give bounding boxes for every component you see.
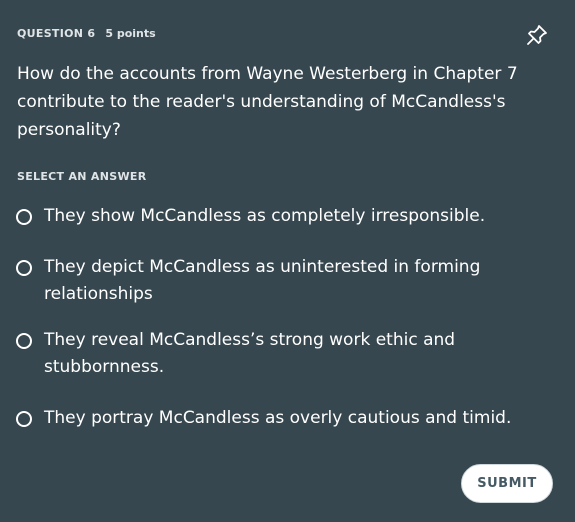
answer-option-label: They reveal McCandless’s strong work eth… <box>44 330 456 377</box>
submit-button[interactable]: SUBMIT <box>461 464 553 503</box>
radio-icon[interactable] <box>16 260 32 276</box>
answer-option-2[interactable]: They depict McCandless as uninterested i… <box>16 254 544 308</box>
radio-icon[interactable] <box>16 411 32 427</box>
radio-icon[interactable] <box>16 333 32 349</box>
select-answer-label: SELECT AN ANSWER <box>17 170 147 183</box>
answer-option-label: They show McCandless as completely irres… <box>44 206 486 226</box>
question-points: 5 points <box>105 27 156 40</box>
pin-icon[interactable] <box>525 23 549 47</box>
question-header: QUESTION 6 5 points <box>17 27 156 40</box>
answer-option-label: They portray McCandless as overly cautio… <box>44 408 512 428</box>
answer-option-label: They depict McCandless as uninterested i… <box>44 257 481 304</box>
question-number: QUESTION 6 <box>17 27 96 40</box>
answer-option-3[interactable]: They reveal McCandless’s strong work eth… <box>16 327 544 381</box>
question-card: QUESTION 6 5 points How do the accounts … <box>0 0 575 522</box>
answer-option-4[interactable]: They portray McCandless as overly cautio… <box>16 405 544 432</box>
question-text: How do the accounts from Wayne Westerber… <box>17 64 518 140</box>
answer-option-1[interactable]: They show McCandless as completely irres… <box>16 203 544 230</box>
radio-icon[interactable] <box>16 209 32 225</box>
